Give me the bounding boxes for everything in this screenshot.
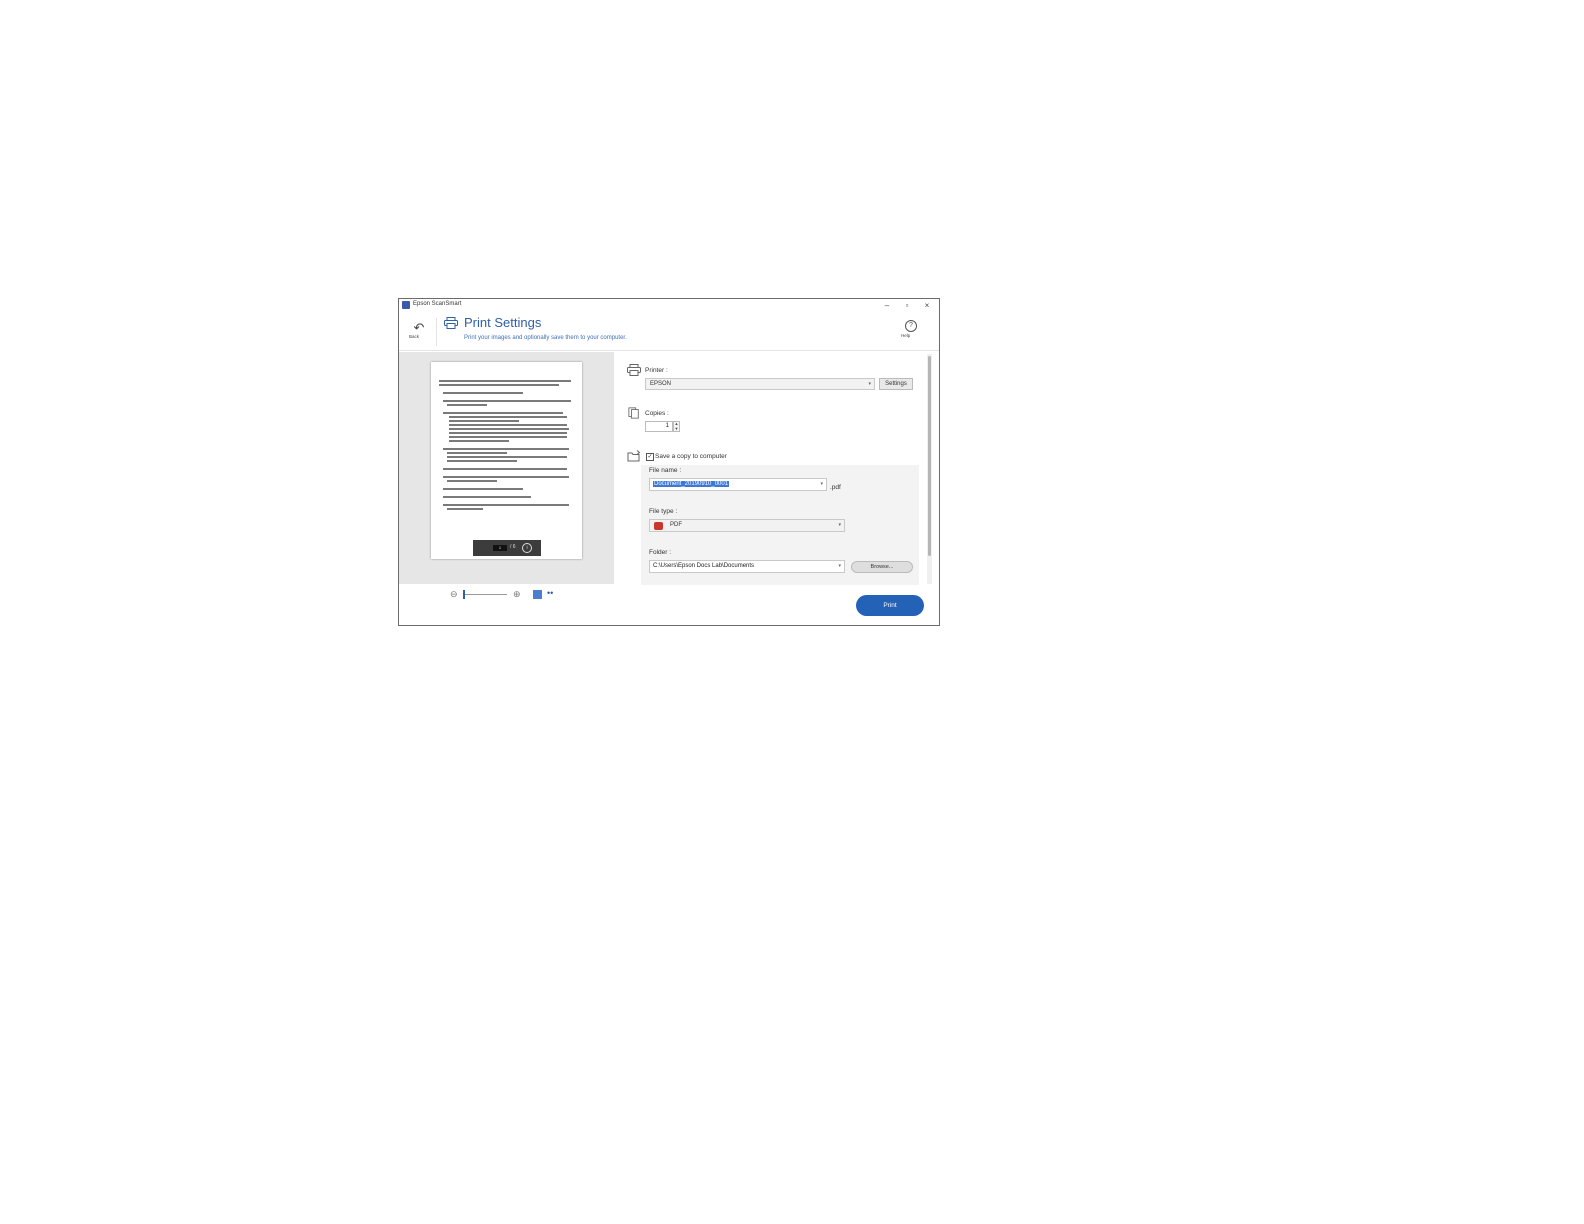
- text-line: [447, 508, 483, 510]
- text-line: [447, 452, 507, 454]
- scrollbar-thumb[interactable]: [928, 356, 931, 556]
- file-name-input[interactable]: Document_20190910_0001 ▾: [649, 478, 827, 491]
- text-line: [443, 468, 567, 470]
- printer-label: Printer :: [645, 367, 668, 374]
- folder-label: Folder :: [649, 549, 672, 556]
- more-options-icon[interactable]: ••: [547, 588, 553, 598]
- text-line: [449, 436, 567, 438]
- copies-icon: [628, 407, 639, 419]
- text-line: [449, 432, 567, 434]
- page-header: ↶ Back Print Settings Print your images …: [399, 312, 939, 351]
- file-extension: .pdf: [830, 484, 841, 491]
- zoom-out-icon[interactable]: ⊖: [450, 589, 458, 600]
- text-line: [443, 504, 569, 506]
- preview-pane: 1 / 6 i: [399, 352, 614, 584]
- fit-to-window-icon[interactable]: [533, 590, 542, 599]
- file-type-select[interactable]: PDF ▾: [649, 519, 845, 532]
- file-type-value: PDF: [670, 522, 682, 528]
- zoom-slider[interactable]: [463, 590, 507, 599]
- chevron-down-icon: ▾: [820, 481, 823, 487]
- back-label: Back: [409, 334, 420, 339]
- copies-stepper[interactable]: ▲ ▼: [673, 421, 680, 432]
- text-line: [443, 476, 569, 478]
- pdf-icon: [654, 522, 663, 530]
- folder-input[interactable]: C:\Users\Epson Docs Lab\Documents ▾: [649, 560, 845, 573]
- folder-value: C:\Users\Epson Docs Lab\Documents: [653, 563, 755, 569]
- chevron-down-icon: ▾: [868, 381, 871, 387]
- text-line: [443, 400, 571, 402]
- save-to-computer-icon: [627, 450, 641, 462]
- chevron-down-icon: ▾: [838, 522, 841, 528]
- text-line: [449, 424, 567, 426]
- text-line: [447, 456, 567, 458]
- text-line: [443, 496, 531, 498]
- printer-icon: [444, 317, 458, 329]
- close-button[interactable]: ×: [919, 300, 935, 311]
- text-line: [449, 428, 569, 430]
- back-arrow-icon: ↶: [413, 320, 425, 335]
- text-line: [447, 480, 497, 482]
- file-type-label: File type :: [649, 508, 678, 515]
- page-title: Print Settings: [464, 315, 542, 330]
- text-line: [443, 412, 563, 414]
- save-copy-label: Save a copy to computer: [655, 453, 727, 460]
- document-page-preview: 1 / 6 i: [431, 362, 582, 559]
- printer-value: EPSON: [650, 381, 672, 387]
- text-line: [449, 440, 509, 442]
- header-divider: [436, 318, 437, 346]
- printer-section-icon: [627, 364, 641, 376]
- copies-input[interactable]: 1: [645, 421, 673, 432]
- app-window: Epson ScanSmart – ▫ × ↶ Back Print Setti…: [398, 298, 940, 626]
- help-button[interactable]: ? Help: [901, 320, 921, 344]
- text-line: [443, 392, 523, 394]
- help-label: Help: [901, 333, 911, 338]
- print-button[interactable]: Print: [856, 595, 924, 616]
- zoom-slider-thumb[interactable]: [463, 590, 465, 599]
- settings-scrollbar[interactable]: [927, 354, 932, 584]
- save-copy-checkbox[interactable]: ✓: [646, 453, 654, 461]
- text-line: [439, 380, 571, 382]
- page-number-field[interactable]: 1: [493, 545, 507, 551]
- text-line: [449, 416, 567, 418]
- text-line: [447, 404, 487, 406]
- text-line: [447, 460, 517, 462]
- page-subtitle: Print your images and optionally save th…: [464, 335, 627, 341]
- page-info-icon[interactable]: i: [522, 543, 532, 553]
- printer-select[interactable]: EPSON ▾: [645, 378, 875, 390]
- zoom-in-icon[interactable]: ⊕: [513, 589, 521, 600]
- minimize-button[interactable]: –: [879, 300, 895, 311]
- file-name-value: Document_20190910_0001: [653, 481, 730, 487]
- page-total: / 6: [510, 544, 516, 550]
- chevron-down-icon: ▾: [838, 563, 841, 569]
- save-options-panel: File name : Document_20190910_0001 ▾ .pd…: [641, 465, 919, 585]
- browse-button[interactable]: Browse...: [851, 561, 913, 573]
- help-icon: ?: [905, 320, 917, 332]
- maximize-button[interactable]: ▫: [899, 300, 915, 311]
- file-name-label: File name :: [649, 467, 682, 474]
- page-navigator: 1 / 6 i: [473, 540, 541, 556]
- copies-label: Copies :: [645, 410, 669, 417]
- back-button[interactable]: ↶ Back: [409, 320, 429, 346]
- printer-settings-button[interactable]: Settings: [879, 378, 913, 390]
- text-line: [443, 488, 523, 490]
- title-bar: Epson ScanSmart – ▫ ×: [399, 299, 939, 312]
- text-line: [449, 420, 519, 422]
- window-title: Epson ScanSmart: [413, 301, 462, 307]
- text-line: [439, 384, 559, 386]
- text-line: [443, 448, 569, 450]
- app-icon: [402, 301, 410, 309]
- zoom-toolbar: ⊖ ⊕ ••: [399, 584, 614, 604]
